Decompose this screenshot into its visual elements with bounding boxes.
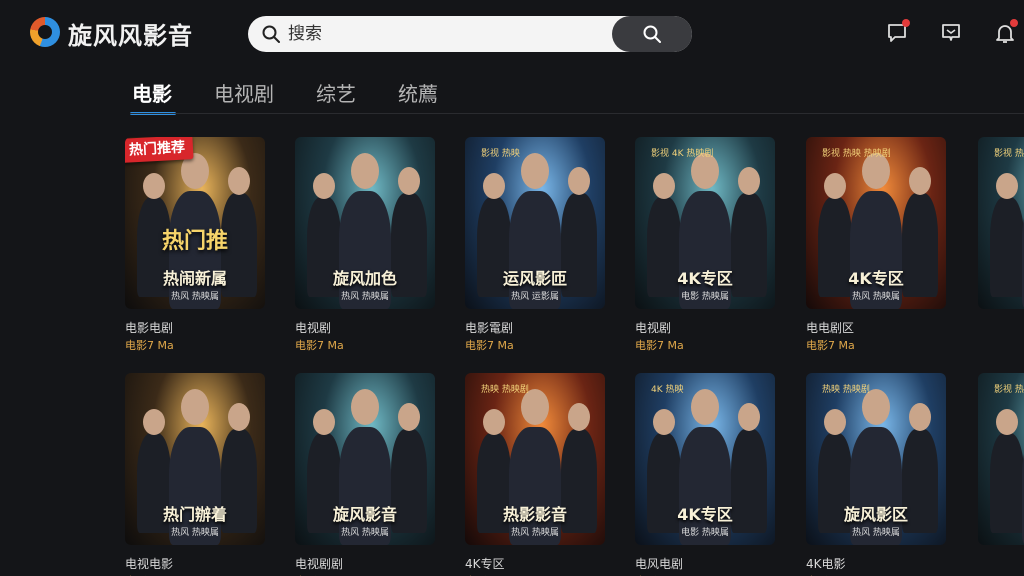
movie-poster[interactable]: 热门辦着 热风 热映属: [125, 373, 265, 545]
movie-meta: 电影7 Ma: [806, 339, 855, 352]
poster-title: 运风影匝: [502, 269, 567, 288]
movie-name: 电风电剧: [635, 557, 684, 571]
movie-card[interactable]: 旋风加色 热风 热映属 电视剧 电影7 Ma: [295, 137, 435, 352]
hot-badge: 热门推荐: [125, 137, 194, 163]
poster-title: 4K专区: [677, 505, 733, 524]
search-input[interactable]: [288, 22, 618, 46]
movie-name: 电电剧区: [806, 321, 855, 335]
poster-title: 热闹新属: [162, 269, 227, 288]
poster-subtitle: 热风 运影属: [511, 292, 559, 302]
poster-subtitle: 热风 热映属: [511, 528, 559, 538]
movie-meta: 电影7 Ma: [635, 339, 684, 352]
movie-card[interactable]: 旋风影音 热风 热映属 电视剧剧 电影7 Ma: [295, 373, 435, 576]
tabs-divider: [130, 113, 1024, 114]
movie-name: 电视电影: [125, 557, 174, 571]
movie-name: 4K专区: [465, 557, 505, 571]
poster-tagline: 影视 热映: [481, 149, 520, 159]
movie-poster[interactable]: 影视 4K 热映剧 4K专区 电影 热映属: [635, 137, 775, 309]
movie-card[interactable]: 热映 热映剧 旋风影区 热风 热映属 4K电影 电影7 Ma: [806, 373, 946, 576]
movie-meta: 电影7 Ma: [465, 339, 514, 352]
movie-poster[interactable]: 影视 热映 热映剧 4K专区 热风 热映属: [806, 137, 946, 309]
movie-poster[interactable]: 4K 热映 4K专区 电影 热映属: [635, 373, 775, 545]
poster-subtitle: 电影 热映属: [681, 528, 729, 538]
movie-poster[interactable]: 热映 热映剧 热影影音 热风 热映属: [465, 373, 605, 545]
tab-tv-series[interactable]: 电视剧: [214, 78, 274, 107]
poster-headline: 热门推: [161, 229, 228, 254]
movie-card[interactable]: 影视 热映 运风影匝 热风 运影属 电影電剧 电影7 Ma: [465, 137, 605, 352]
poster-subtitle: 热风 热映属: [171, 528, 219, 538]
movie-card[interactable]: 影视 热映: [978, 373, 1024, 545]
poster-title: 旋风加色: [332, 269, 397, 288]
movie-name: 4K电影: [806, 557, 846, 571]
poster-title: 4K专区: [848, 269, 904, 288]
search-button-icon: [643, 25, 661, 43]
app-window: 旋风风影音 电影 电视剧: [0, 0, 1024, 576]
movie-card[interactable]: 热映 热映剧 热影影音 热风 热映属 4K专区 电影7 Ma: [465, 373, 605, 576]
movie-poster[interactable]: 旋风加色 热风 热映属: [295, 137, 435, 309]
app-title: 旋风风影音: [68, 22, 193, 50]
bell-icon[interactable]: [994, 19, 1018, 44]
search-bar: [248, 16, 692, 52]
movie-poster[interactable]: 影视 热映 运风影匝 热风 运影属: [465, 137, 605, 309]
movie-card[interactable]: 4K 热映 4K专区 电影 热映属 电风电剧 电影7 Ma: [635, 373, 775, 576]
poster-subtitle: 热风 热映属: [341, 528, 389, 538]
movie-poster[interactable]: 热映 热映剧 旋风影区 热风 热映属: [806, 373, 946, 545]
movie-meta: 电影7 Ma: [295, 339, 344, 352]
movie-card[interactable]: 影视 热映 旋: [978, 137, 1024, 309]
movie-name: 电视剧剧: [295, 557, 344, 571]
poster-subtitle: 热风 热映属: [341, 292, 389, 302]
movie-meta: 电影7 Ma: [125, 339, 174, 352]
poster-subtitle: 热风 热映属: [852, 292, 900, 302]
tab-other[interactable]: 统薦: [398, 78, 438, 107]
poster-title: 热影影音: [502, 505, 567, 524]
poster-tagline: 影视 热映: [994, 149, 1024, 159]
movie-name: 电影电剧: [125, 321, 174, 335]
poster-subtitle: 热风 热映属: [171, 292, 219, 302]
movie-card[interactable]: 热门辦着 热风 热映属 电视电影 电影7 Ma: [125, 373, 265, 576]
movie-card[interactable]: 影视 热映 热映剧 4K专区 热风 热映属 电电剧区 电影7 Ma: [806, 137, 946, 352]
poster-tagline: 影视 热映 热映剧: [822, 149, 891, 159]
movie-card[interactable]: 影视 4K 热映剧 4K专区 电影 热映属 电视剧 电影7 Ma: [635, 137, 775, 352]
logo-icon: [30, 17, 60, 47]
movie-card[interactable]: 热门推 热闹新属 热风 热映属 热门推荐 电影电剧 电影7 Ma: [125, 137, 265, 352]
notification-icon[interactable]: [886, 19, 910, 44]
poster-tagline: 影视 热映: [994, 385, 1024, 395]
poster-subtitle: 电影 热映属: [681, 292, 729, 302]
poster-title: 旋风影区: [843, 505, 908, 524]
poster-title: 旋: [978, 265, 1024, 289]
message-icon[interactable]: [940, 22, 962, 44]
poster-title: 4K专区: [677, 269, 733, 288]
movie-poster[interactable]: 影视 热映: [978, 373, 1024, 545]
poster-tagline: 热映 热映剧: [481, 385, 529, 395]
poster-subtitle: 热风 热映属: [852, 528, 900, 538]
poster-title: 热门辦着: [162, 505, 227, 524]
tab-movies[interactable]: 电影: [132, 78, 172, 107]
movie-name: 电视剧: [635, 321, 672, 335]
movie-poster[interactable]: 旋风影音 热风 热映属: [295, 373, 435, 545]
movie-poster[interactable]: 热门推 热闹新属 热风 热映属 热门推荐: [125, 137, 265, 309]
poster-tagline: 热映 热映剧: [822, 385, 870, 395]
search-button[interactable]: [612, 16, 692, 52]
poster-tagline: 4K 热映: [651, 385, 684, 395]
poster-title: 旋风影音: [332, 505, 397, 524]
search-icon: [262, 25, 280, 43]
top-bar: 旋风风影音: [0, 0, 1024, 68]
movie-name: 电影電剧: [465, 321, 514, 335]
poster-tagline: 影视 4K 热映剧: [651, 149, 714, 159]
movie-name: 电视剧: [295, 321, 332, 335]
tab-variety[interactable]: 综艺: [316, 78, 356, 107]
movie-poster[interactable]: 影视 热映 旋: [978, 137, 1024, 309]
